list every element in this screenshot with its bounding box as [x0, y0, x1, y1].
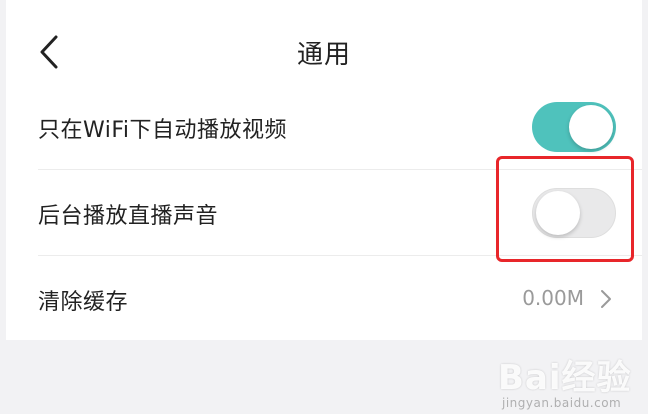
page-title: 通用: [296, 40, 351, 70]
setting-label: 后台播放直播声音: [38, 204, 219, 229]
watermark: Bai经验 jingyan.baidu.com: [498, 338, 648, 414]
header: 通用: [6, 0, 642, 100]
setting-row-clear-cache[interactable]: 清除缓存 0.00M: [6, 258, 642, 342]
setting-label: 清除缓存: [38, 290, 129, 315]
setting-label: 只在WiFi下自动播放视频: [38, 118, 288, 143]
chevron-right-icon: [601, 290, 611, 308]
cache-size-value: 0.00M: [522, 286, 584, 310]
watermark-url: jingyan.baidu.com: [502, 396, 622, 410]
toggle-knob: [569, 105, 613, 149]
wifi-autoplay-toggle[interactable]: [532, 102, 616, 152]
watermark-logo: Bai经验: [498, 358, 632, 398]
annotation-highlight-box: [496, 156, 634, 262]
